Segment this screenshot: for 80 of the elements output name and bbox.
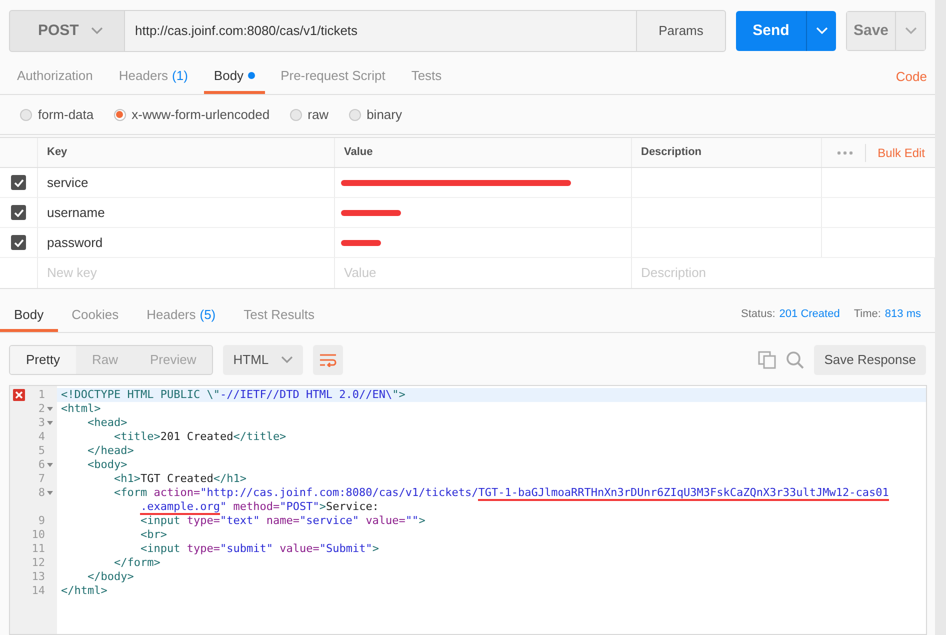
line-number: 2 xyxy=(38,402,45,416)
view-mode-tab[interactable]: Preview xyxy=(134,346,212,374)
column-header: Value xyxy=(335,138,632,167)
code-line: </html> xyxy=(60,584,108,598)
chevron-down-icon xyxy=(280,356,293,364)
code-line: </body> xyxy=(86,570,135,584)
response-tab[interactable]: Body xyxy=(0,300,58,332)
method-dropdown[interactable]: POST xyxy=(9,10,125,52)
chevron-down-icon xyxy=(90,27,103,35)
line-number: 11 xyxy=(32,542,45,556)
scrollbar[interactable] xyxy=(935,0,946,635)
line-number: 5 xyxy=(38,444,45,458)
code-line: <form action="http://cas.joinf.com:8080/cas/v1/tickets/TGT-1-baGJlmoaRRTHnXn3rDUnr6ZIqU3M3FskCaZQnX3r33ultJMw12-cas01 xyxy=(112,486,890,500)
request-tab[interactable]: Headers (1) xyxy=(108,60,198,94)
params-button[interactable]: Params xyxy=(636,10,726,52)
line-number: 14 xyxy=(32,584,45,598)
radio-option[interactable]: form-data xyxy=(20,104,94,124)
checkbox[interactable] xyxy=(11,235,26,250)
response-tab[interactable]: Test Results xyxy=(230,300,328,332)
code-line: <input type="text" name="service" value=""> xyxy=(139,514,426,528)
bulk-edit-link[interactable]: Bulk Edit xyxy=(864,144,925,162)
wrap-lines-icon xyxy=(318,353,337,367)
table-cell: username xyxy=(38,198,335,227)
line-number: 7 xyxy=(38,472,45,486)
line-number: 10 xyxy=(32,528,45,542)
table-cell: password xyxy=(38,228,335,257)
code-line: </head> xyxy=(86,444,135,458)
url-field[interactable]: http://cas.joinf.com:8080/cas/v1/tickets xyxy=(125,10,636,52)
code-line: <title>201 Created</title> xyxy=(112,430,288,444)
response-tab[interactable]: Cookies xyxy=(58,300,133,332)
more-icon xyxy=(836,150,853,154)
column-header: Key xyxy=(38,138,335,167)
line-number: 3 xyxy=(38,416,45,430)
check-icon xyxy=(14,208,24,216)
send-dropdown-button[interactable] xyxy=(806,11,836,51)
code-line: <html> xyxy=(60,402,102,416)
status-value: 201 Created xyxy=(779,306,840,322)
response-tab[interactable]: Headers (5) xyxy=(132,300,230,332)
line-number: 13 xyxy=(32,570,45,584)
radio-option[interactable]: binary xyxy=(348,104,402,124)
request-tab[interactable]: Body xyxy=(204,60,265,94)
time-label: Time: xyxy=(854,306,881,322)
line-number: 4 xyxy=(38,430,45,444)
time-value: 813 ms xyxy=(884,306,921,322)
send-button[interactable]: Send xyxy=(736,11,806,51)
radio-option[interactable]: x-www-form-urlencoded xyxy=(114,104,270,124)
status-label: Status: xyxy=(741,306,776,322)
request-tab[interactable]: Tests xyxy=(401,60,452,94)
code-line: <h1>TGT Created</h1> xyxy=(112,472,248,486)
line-number: 12 xyxy=(32,556,45,570)
format-dropdown[interactable]: HTML xyxy=(223,345,303,375)
request-tab[interactable]: Authorization xyxy=(7,60,103,94)
line-number: 1 xyxy=(38,388,45,402)
code-link[interactable]: Code xyxy=(896,66,927,86)
checkbox[interactable] xyxy=(11,205,26,220)
search-icon xyxy=(786,351,804,369)
check-icon xyxy=(14,238,24,246)
request-tab[interactable]: Pre-request Script xyxy=(270,60,396,94)
check-icon xyxy=(14,178,24,186)
code-line: <input type="submit" value="Submit"> xyxy=(139,542,380,556)
code-line: <body> xyxy=(86,458,128,472)
line-number: 9 xyxy=(38,514,45,528)
checkbox[interactable] xyxy=(11,175,26,190)
table-cell: service xyxy=(38,168,335,197)
code-line: </form> xyxy=(112,556,162,570)
line-number: 6 xyxy=(38,458,45,472)
wrap-lines-button[interactable] xyxy=(312,345,343,375)
line-number: 8 xyxy=(38,486,45,500)
save-response-button[interactable]: Save Response xyxy=(814,345,926,375)
view-mode-tab[interactable]: Pretty xyxy=(10,346,76,374)
code-line: <head> xyxy=(86,416,128,430)
chevron-down-icon xyxy=(904,27,916,35)
code-line: .example.org" method="POST">Service: xyxy=(139,500,380,514)
code-line: <br> xyxy=(139,528,168,542)
save-button[interactable]: Save xyxy=(847,12,895,50)
radio-option[interactable]: raw xyxy=(290,104,329,124)
chevron-down-icon xyxy=(816,27,828,35)
column-header: Description xyxy=(632,138,822,167)
view-mode-tab[interactable]: Raw xyxy=(76,346,134,374)
copy-icon xyxy=(758,351,776,369)
